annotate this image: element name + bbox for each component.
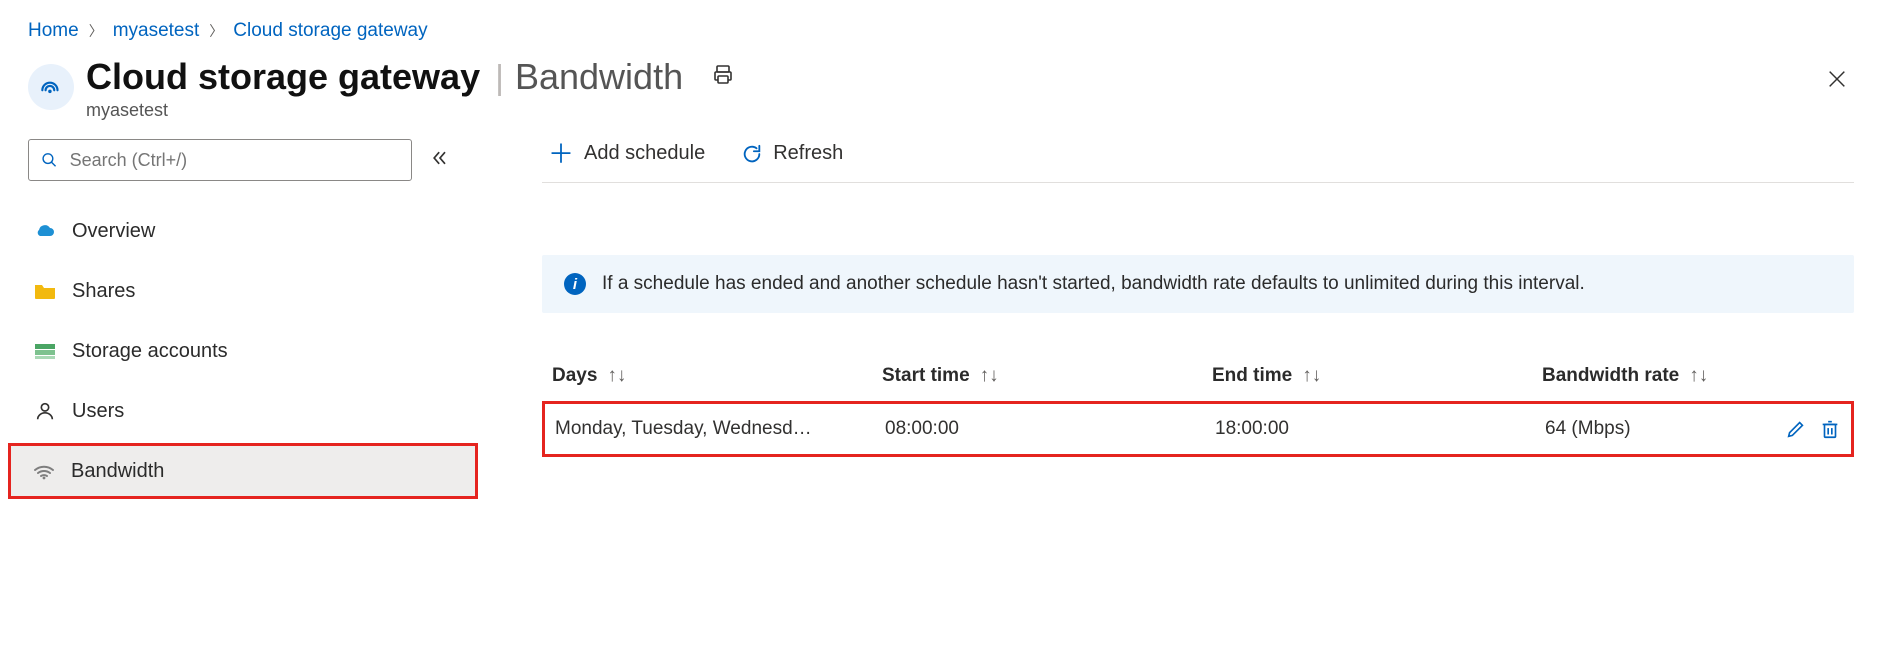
refresh-button[interactable]: Refresh: [735, 138, 849, 169]
cell-start-time: 08:00:00: [885, 418, 1215, 440]
sort-icon: ↑↓: [1689, 365, 1708, 387]
sidebar-item-shares[interactable]: Shares: [14, 263, 474, 319]
title-separator: |: [495, 59, 504, 97]
info-banner: i If a schedule has ended and another sc…: [542, 255, 1854, 313]
chevron-right-icon: 〉: [209, 21, 223, 41]
breadcrumb-current[interactable]: Cloud storage gateway: [233, 20, 427, 42]
column-label: Bandwidth rate: [1542, 365, 1679, 387]
plus-icon: ＋: [548, 141, 574, 167]
column-label: End time: [1212, 365, 1292, 387]
user-icon: [32, 400, 58, 422]
close-button[interactable]: [1820, 62, 1854, 103]
sidebar-item-label: Overview: [72, 220, 155, 243]
sidebar: Overview Shares Storage accounts: [28, 139, 450, 616]
sidebar-item-label: Shares: [72, 280, 135, 303]
sort-icon: ↑↓: [1302, 365, 1321, 387]
collapse-sidebar-button[interactable]: [430, 148, 450, 173]
cell-end-time: 18:00:00: [1215, 418, 1545, 440]
command-bar: ＋ Add schedule Refresh: [542, 139, 1854, 183]
column-label: Days: [552, 365, 597, 387]
blade-header: Cloud storage gateway | Bandwidth myaset…: [0, 50, 1888, 139]
refresh-icon: [741, 143, 763, 165]
column-header-start-time[interactable]: Start time ↑↓: [882, 365, 1212, 387]
content-pane: ＋ Add schedule Refresh i If a schedule h…: [450, 139, 1888, 616]
sort-icon: ↑↓: [980, 365, 999, 387]
sidebar-item-users[interactable]: Users: [14, 383, 474, 439]
row-actions: [1751, 418, 1841, 440]
sidebar-item-label: Storage accounts: [72, 340, 228, 363]
delete-icon[interactable]: [1819, 418, 1841, 440]
breadcrumb-home[interactable]: Home: [28, 20, 79, 42]
cell-days: Monday, Tuesday, Wednesd…: [555, 418, 885, 440]
wifi-icon: [31, 461, 57, 481]
page-title: Cloud storage gateway: [86, 56, 480, 97]
edit-icon[interactable]: [1785, 418, 1807, 440]
sidebar-item-label: Bandwidth: [71, 460, 164, 483]
column-header-bandwidth-rate[interactable]: Bandwidth rate ↑↓: [1542, 365, 1754, 387]
search-icon: [41, 151, 58, 169]
resource-name-subtitle: myasetest: [86, 100, 735, 121]
sidebar-item-storage-accounts[interactable]: Storage accounts: [14, 323, 474, 379]
folder-icon: [32, 281, 58, 301]
column-label: Start time: [882, 365, 970, 387]
cloud-icon: [32, 221, 58, 241]
sidebar-search[interactable]: [28, 139, 412, 181]
info-message: If a schedule has ended and another sche…: [602, 273, 1585, 295]
column-header-end-time[interactable]: End time ↑↓: [1212, 365, 1542, 387]
resource-type-icon: [28, 64, 74, 110]
sort-icon: ↑↓: [607, 365, 626, 387]
chevron-right-icon: 〉: [89, 21, 103, 41]
table-header: Days ↑↓ Start time ↑↓ End time ↑↓ Bandwi…: [542, 359, 1854, 401]
sidebar-item-overview[interactable]: Overview: [14, 203, 474, 259]
info-icon: i: [564, 273, 586, 295]
sidebar-item-bandwidth[interactable]: Bandwidth: [8, 443, 478, 499]
schedule-table: Days ↑↓ Start time ↑↓ End time ↑↓ Bandwi…: [542, 359, 1854, 457]
breadcrumb: Home 〉 myasetest 〉 Cloud storage gateway: [0, 0, 1888, 50]
table-row[interactable]: Monday, Tuesday, Wednesd… 08:00:00 18:00…: [542, 401, 1854, 457]
cell-bandwidth-rate: 64 (Mbps): [1545, 418, 1751, 440]
command-label: Add schedule: [584, 142, 705, 165]
add-schedule-button[interactable]: ＋ Add schedule: [542, 137, 711, 171]
command-label: Refresh: [773, 142, 843, 165]
column-header-days[interactable]: Days ↑↓: [552, 365, 882, 387]
breadcrumb-resource[interactable]: myasetest: [113, 20, 200, 42]
pin-icon[interactable]: [711, 63, 735, 92]
sidebar-item-label: Users: [72, 400, 124, 423]
storage-icon: [32, 341, 58, 361]
search-input[interactable]: [68, 149, 399, 172]
page-section: Bandwidth: [515, 56, 683, 97]
